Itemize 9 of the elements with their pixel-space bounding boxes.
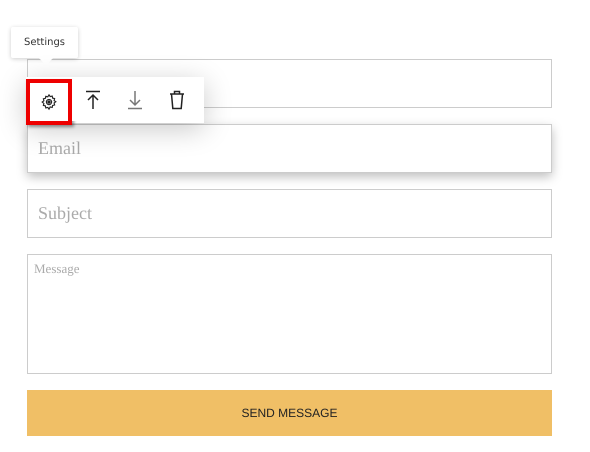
send-message-button[interactable]: SEND MESSAGE <box>27 390 552 436</box>
text-field[interactable]: Email <box>27 124 552 173</box>
move-up-icon <box>84 90 102 110</box>
settings-button[interactable] <box>26 79 72 125</box>
settings-icon <box>40 93 58 111</box>
move-down-icon <box>126 90 144 110</box>
message-field[interactable]: Message <box>27 254 552 374</box>
text-field[interactable]: Subject <box>27 189 552 238</box>
trash-icon <box>169 90 185 110</box>
